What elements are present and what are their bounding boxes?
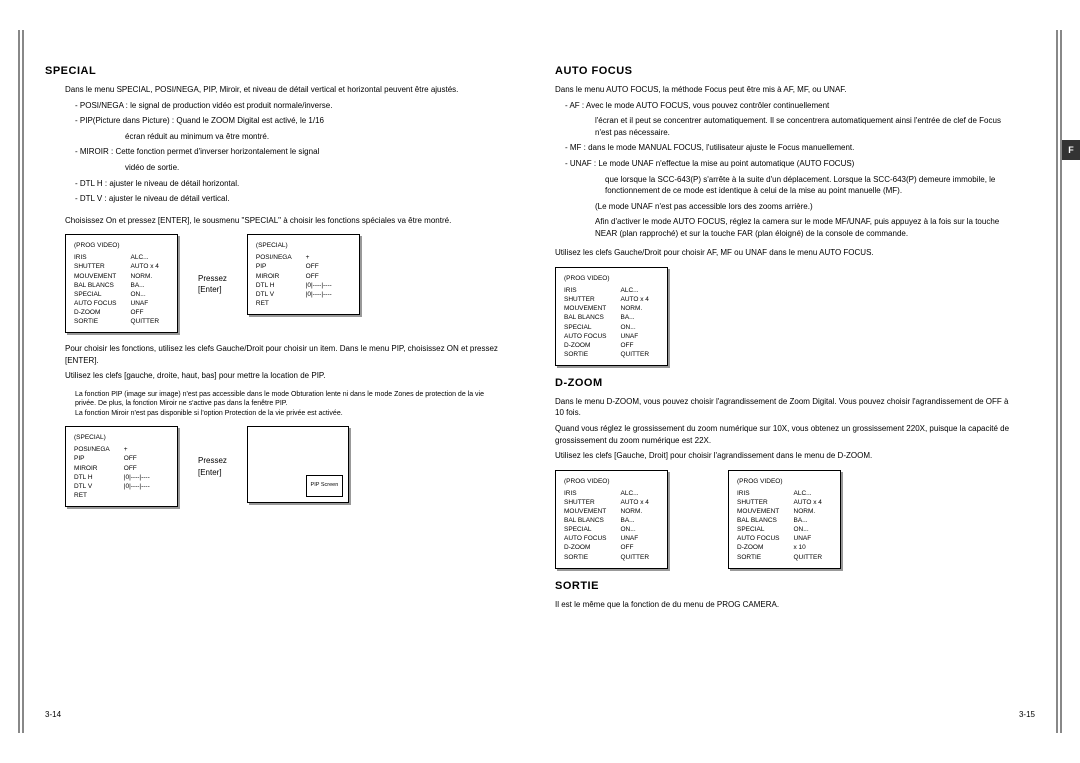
- menu-prog-video-dzoom-off: (PROG VIDEO) IRISALC...SHUTTERAUTO x 4MO…: [555, 470, 668, 569]
- pip-instruction-2: Utilisez les clefs [gauche, droite, haut…: [65, 370, 505, 382]
- sortie-text: Il est le même que la fonction de du men…: [555, 599, 1015, 611]
- af-bullet-mf: - MF : dans le mode MANUAL FOCUS, l'util…: [565, 142, 1015, 154]
- menu-prog-video-1: (PROG VIDEO) IRISALC...SHUTTERAUTO x 4MO…: [65, 234, 178, 333]
- page-number-right: 3-15: [1019, 709, 1035, 721]
- heading-special: SPECIAL: [45, 64, 525, 80]
- menu-title: (PROG VIDEO): [564, 477, 659, 486]
- af-bullet-af-cont: l'écran et il peut se concentrer automat…: [595, 115, 1015, 138]
- bullet-miroir-cont: vidéo de sortie.: [125, 162, 505, 174]
- af-bullet-af: - AF : Avec le mode AUTO FOCUS, vous pou…: [565, 100, 1015, 112]
- dzoom-p3: Utilisez les clefs [Gauche, Droit] pour …: [555, 450, 1015, 462]
- pip-note-1: La fonction PIP (image sur image) n'est …: [75, 390, 505, 409]
- af-bullet-unaf-cont: que lorsque la SCC-643(P) s'arrête à la …: [605, 174, 1015, 197]
- left-page: SPECIAL Dans le menu SPECIAL, POSI/NEGA,…: [45, 60, 525, 723]
- page-number-left: 3-14: [45, 709, 61, 721]
- press-enter-label-1: Pressez[Enter]: [198, 273, 227, 295]
- menu-title: (SPECIAL): [74, 433, 169, 442]
- page-spread: SPECIAL Dans le menu SPECIAL, POSI/NEGA,…: [0, 0, 1080, 763]
- menu-special-1: (SPECIAL) POSI/NEGA+PIPOFFMIROIROFFDTL H…: [247, 234, 360, 315]
- bullet-pip-cont: écran réduit au minimum va être montré.: [125, 131, 505, 143]
- dzoom-p1: Dans le menu D-ZOOM, vous pouvez choisir…: [555, 396, 1015, 419]
- af-unaf-note: (Le mode UNAF n'est pas accessible lors …: [595, 201, 1015, 213]
- af-activate-note: Afin d'activer le mode AUTO FOCUS, régle…: [595, 216, 1015, 239]
- menu-title: (PROG VIDEO): [74, 241, 169, 250]
- right-page: AUTO FOCUS Dans le menu AUTO FOCUS, la m…: [555, 60, 1035, 723]
- pip-screen-inset: PIP Screen: [306, 475, 343, 497]
- af-intro: Dans le menu AUTO FOCUS, la méthode Focu…: [555, 84, 1015, 96]
- menu-title: (PROG VIDEO): [564, 274, 659, 283]
- menu-prog-video-dzoom-x10: (PROG VIDEO) IRISALC...SHUTTERAUTO x 4MO…: [728, 470, 841, 569]
- bullet-miroir: - MIROIR : Cette fonction permet d'inver…: [75, 146, 505, 158]
- bullet-dtlv: - DTL V : ajuster le niveau de détail ve…: [75, 193, 505, 205]
- bullet-pip: - PIP(Picture dans Picture) : Quand le Z…: [75, 115, 505, 127]
- pip-instruction-1: Pour choisir les fonctions, utilisez les…: [65, 343, 505, 366]
- bullet-dtlh: - DTL H : ajuster le niveau de détail ho…: [75, 178, 505, 190]
- menu-row-2: (SPECIAL) POSI/NEGA+PIPOFFMIROIROFFDTL H…: [65, 426, 525, 507]
- menu-title: (PROG VIDEO): [737, 477, 832, 486]
- menu-prog-video-af: (PROG VIDEO) IRISALC...SHUTTERAUTO x 4MO…: [555, 267, 668, 366]
- special-intro: Dans le menu SPECIAL, POSI/NEGA, PIP, Mi…: [65, 84, 505, 96]
- heading-sortie: SORTIE: [555, 579, 1035, 595]
- press-enter-label-2: Pressez[Enter]: [198, 455, 227, 477]
- bullet-posinega: - POSI/NEGA : le signal de production vi…: [75, 100, 505, 112]
- special-instruction: Choisissez On et pressez [ENTER], le sou…: [65, 215, 505, 227]
- pip-note-2: La fonction Miroir n'est pas disponible …: [75, 409, 505, 418]
- pip-preview-box: PIP Screen: [247, 426, 349, 503]
- menu-title: (SPECIAL): [256, 241, 351, 250]
- menu-special-2: (SPECIAL) POSI/NEGA+PIPOFFMIROIROFFDTL H…: [65, 426, 178, 507]
- dzoom-p2: Quand vous réglez le grossissement du zo…: [555, 423, 1015, 446]
- menu-row-dzoom: (PROG VIDEO) IRISALC...SHUTTERAUTO x 4MO…: [555, 470, 1035, 569]
- heading-autofocus: AUTO FOCUS: [555, 64, 1035, 80]
- heading-dzoom: D-ZOOM: [555, 376, 1035, 392]
- menu-row-af: (PROG VIDEO) IRISALC...SHUTTERAUTO x 4MO…: [555, 267, 1035, 366]
- menu-row-1: (PROG VIDEO) IRISALC...SHUTTERAUTO x 4MO…: [65, 234, 525, 333]
- af-bullet-unaf: - UNAF : Le mode UNAF n'effectue la mise…: [565, 158, 1015, 170]
- af-keys-instruction: Utilisez les clefs Gauche/Droit pour cho…: [555, 247, 1015, 259]
